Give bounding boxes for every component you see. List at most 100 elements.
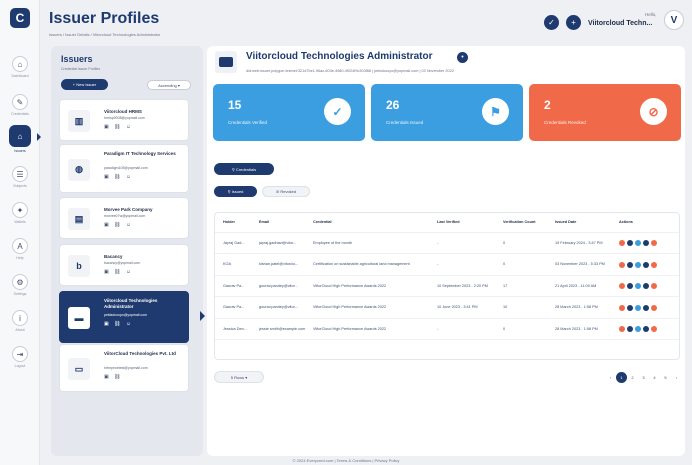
column-header: Actions [619,220,633,225]
issuer-card[interactable]: b Bacancy bacancy@yopmail.com ▣ ⛓ ☺ [59,244,189,286]
issuer-card[interactable]: ◍ Paradigm IT Technology Services paradigm… [59,144,189,193]
page-button[interactable]: 5 [660,372,671,383]
revoke-icon[interactable] [619,304,625,311]
download-icon[interactable] [627,326,633,332]
revoke-icon[interactable] [619,240,625,246]
delete-icon[interactable] [651,304,657,311]
delete-icon[interactable] [651,283,657,289]
issuer-name: Viitorcloud HRMS [104,109,142,114]
footer[interactable]: © 2024 Everycred.com | Terms & Condition… [0,458,692,463]
table-cell: ViitorCloud High Performance Awards 2022 [313,305,387,310]
stat-card: 2 Credentials Revoked ⊘ [529,84,681,141]
issuer-card[interactable]: ▭ ViitorCloud Technologies Pvt. Ltd hrtmpe… [59,344,189,392]
next-page-button[interactable]: › [671,372,682,383]
row-actions [619,298,677,318]
sort-select[interactable]: Ascending ▾ [147,80,191,90]
table-row[interactable]: Gaurav Pa... gourav.pandey@vitor... Viitor… [215,298,679,319]
sidebar-item-logout[interactable]: ⇥ Logout [3,342,37,372]
row-actions [619,319,677,339]
org-meta: did:web:issuer.polygon.testnet:321d7be1.… [246,69,454,73]
download-icon[interactable] [627,240,633,246]
table-cell: - [437,240,439,245]
verify-icon[interactable] [643,283,649,289]
table-row[interactable]: Jayraj Gad... jayraj.gadhavi@vitor... Empl… [215,233,679,254]
stat-value: 15 [228,98,242,112]
issuer-card[interactable]: ▤ Morvee Park Company morvee07w@yopmail.co… [59,197,189,239]
sidebar-item-label: Credentials [11,112,29,116]
download-icon[interactable] [627,261,633,268]
delete-icon[interactable] [651,261,657,268]
table-cell: 17 [503,283,508,288]
issuer-email: bacancy@yopmail.com [104,261,141,265]
table-row[interactable]: Gaurav Pa... gourav.pandey@vitor... Viitor… [215,276,679,297]
verify-icon[interactable] [643,261,649,268]
page-button[interactable]: 2 [627,372,638,383]
sidebar-item-help[interactable]: A Help [3,234,37,264]
share-icon[interactable] [635,240,641,246]
issuer-card[interactable]: ▥ Viitorcloud HRMS hrmsp0008@yopmail.com ▣ … [59,99,189,141]
sidebar-item-dashboard[interactable]: ⌂ Dashboard [3,52,37,82]
filter-issued[interactable]: ⚲ Issued [214,186,257,197]
issuer-links-icon[interactable]: ▣ ⛓ ☺ [104,222,133,228]
verify-icon[interactable] [643,304,649,311]
table-row[interactable]: KOA kishan.patel@vitorclo... Certification… [215,255,679,276]
sidebar-item-issuers[interactable]: ⌂ Issuers [3,124,37,154]
avatar[interactable]: V [664,10,684,30]
sidebar-item-label: Help [16,256,24,260]
share-icon[interactable] [635,326,641,332]
sidebar-item-settings[interactable]: ⚙ Settings [3,270,37,300]
share-icon[interactable] [635,261,641,268]
revoke-icon[interactable] [619,326,625,332]
issuer-logo: ▭ [68,358,90,380]
page-button[interactable]: 1 [616,371,627,383]
settings-icon: ⚙ [12,274,28,290]
user-name[interactable]: Viitorcloud Techn... [588,20,652,27]
verify-icon[interactable] [643,326,649,332]
issuer-links-icon[interactable]: ▣ ⛓ ☺ [104,321,133,327]
table-cell: Certification on sustainable agricultura… [313,262,410,267]
sidebar-item-subjects[interactable]: ☰ Subjects [3,162,37,192]
selected-issuer-indicator [200,311,205,321]
issuer-links-icon[interactable]: ▣ ⛓ ☺ [104,174,133,180]
share-icon[interactable] [635,283,641,289]
sidebar-item-credentials[interactable]: ✎ Credentials [3,90,37,120]
table-cell: 28 March 2023 - 1:58 PM [555,305,598,310]
sidebar-item-wallets[interactable]: ✦ Wallets [3,198,37,228]
issuer-links-icon[interactable]: ▣ ⛓ ☺ [104,269,133,275]
revoke-icon[interactable] [619,261,625,268]
new-issuer-button[interactable]: + New Issuer [61,79,108,90]
app-logo[interactable]: C [10,8,30,28]
page-button[interactable]: 3 [638,372,649,383]
download-icon[interactable] [627,304,633,311]
rows-per-page-select[interactable]: 5 Rows ▾ [214,371,264,383]
verify-icon[interactable]: ✓ [544,15,559,30]
revoke-icon[interactable] [619,283,625,289]
share-icon[interactable] [635,304,641,311]
verify-icon[interactable] [643,240,649,246]
issuer-links-icon[interactable]: ▣ ⛓ ☺ [104,124,133,130]
breadcrumb[interactable]: Issuers / Issuer Details / Viitorcloud T… [49,32,160,37]
issuer-logo: b [68,255,90,277]
table-cell: gourav.pandey@vitor... [259,283,298,288]
issued-icon: ⚑ [482,98,509,125]
issuer-email: hrtmpeoetest@yopmail.com [104,366,148,370]
table-row[interactable]: Jessica Den... jessie smith@example.com Vi… [215,319,679,340]
delete-icon[interactable] [651,326,657,332]
info-icon[interactable]: • [457,52,468,63]
tab-credentials[interactable]: ⚲ Credentials [214,163,274,175]
table-cell: - [437,326,439,331]
download-icon[interactable] [627,283,633,289]
credentials-icon: ✎ [12,94,28,110]
sidebar-item-about[interactable]: i About [3,306,37,336]
issuer-logo: ▬ [68,307,90,329]
page-button[interactable]: 4 [649,372,660,383]
issuer-logo: ◍ [68,158,90,181]
prev-page-button[interactable]: ‹ [605,372,616,383]
table-cell: Jessica Den... [223,326,247,331]
table-cell: Jayraj Gad... [223,240,245,245]
add-icon[interactable]: + [566,15,581,30]
issuer-card[interactable]: ▬ Viitorcloud Technologies Administrator p… [59,291,189,343]
issuer-links-icon[interactable]: ▣ ⛓ [104,374,122,380]
filter-revoked[interactable]: ⊘ Revoked [262,186,310,197]
delete-icon[interactable] [651,240,657,246]
